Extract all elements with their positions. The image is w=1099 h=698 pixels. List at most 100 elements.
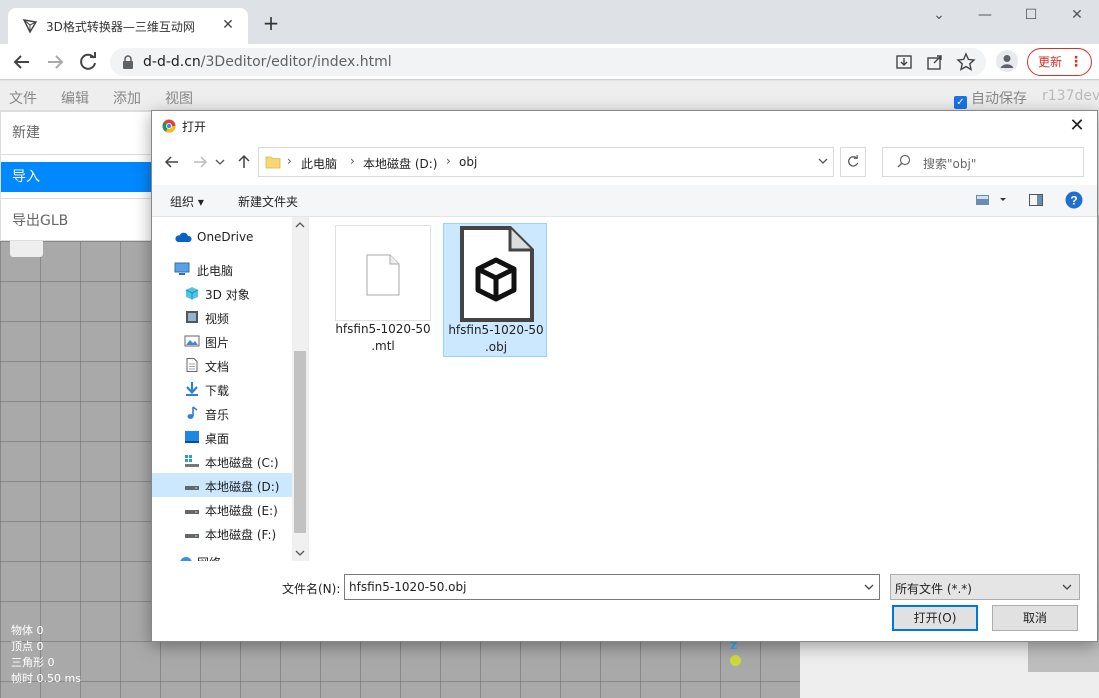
- filename-dropdown-icon[interactable]: [863, 580, 875, 594]
- computer-icon: [174, 262, 190, 275]
- nav-drive-d[interactable]: 本地磁盘 (D:): [152, 473, 292, 497]
- up-arrow-icon[interactable]: [234, 152, 254, 172]
- file-item-obj[interactable]: hfsfin5-1020-50 .obj: [443, 223, 547, 357]
- new-tab-button[interactable]: +: [260, 13, 282, 35]
- drive-icon: [185, 534, 199, 538]
- nav-drive-c[interactable]: 本地磁盘 (C:): [152, 449, 292, 473]
- nav-desktop[interactable]: 桌面: [152, 425, 292, 449]
- update-button[interactable]: 更新 ⋮: [1027, 48, 1092, 76]
- nav-onedrive[interactable]: OneDrive: [152, 225, 292, 249]
- nav-this-pc[interactable]: 此电脑: [152, 257, 292, 281]
- file-name: hfsfin5-1020-50 .mtl: [335, 322, 431, 353]
- autosave-toggle[interactable]: ✓ 自动保存: [954, 88, 1027, 109]
- help-icon[interactable]: ?: [1065, 191, 1083, 209]
- maximize-button[interactable]: ☐: [1011, 4, 1051, 28]
- viewport-toolbar-stub[interactable]: [10, 241, 43, 257]
- nav-documents[interactable]: 文档: [152, 353, 292, 377]
- window-close-button[interactable]: ✕: [1057, 4, 1097, 28]
- scroll-down-icon[interactable]: [295, 549, 305, 557]
- filetype-dropdown-icon[interactable]: [1061, 580, 1073, 594]
- back-arrow-icon[interactable]: [10, 50, 34, 74]
- stat-triangles: 三角形 0: [11, 656, 55, 669]
- filename-input[interactable]: hfsfin5-1020-50.obj: [344, 574, 880, 600]
- view-options-icon[interactable]: [974, 192, 1008, 208]
- nav-label: 图片: [205, 336, 230, 350]
- nav-drive-e[interactable]: 本地磁盘 (E:): [152, 497, 292, 521]
- autosave-label: 自动保存: [971, 91, 1027, 107]
- nav-pictures[interactable]: 图片: [152, 329, 292, 353]
- share-icon[interactable]: [925, 52, 945, 72]
- cancel-button[interactable]: 取消: [992, 605, 1078, 631]
- back-arrow-icon[interactable]: [162, 152, 182, 172]
- stat-objects: 物体 0: [11, 624, 44, 637]
- dialog-address-bar[interactable]: › 此电脑 › 本地磁盘 (D:) › obj: [258, 147, 834, 177]
- profile-icon[interactable]: [996, 50, 1018, 72]
- reload-icon[interactable]: [76, 50, 100, 74]
- file-list: hfsfin5-1020-50 .mtl hfsfin5-1020-50 .obj: [308, 217, 1028, 561]
- windows-drive-icon: [185, 455, 199, 467]
- address-bar[interactable]: d-d-d.cn/3Deditor/editor/index.html: [110, 48, 986, 76]
- browser-tab[interactable]: 3D格式转换器—三维互动网 ✕: [8, 8, 248, 44]
- filename-label: 文件名(N):: [282, 582, 341, 596]
- search-input[interactable]: 搜索"obj": [882, 147, 1084, 177]
- menu-add[interactable]: 添加: [113, 88, 141, 108]
- recent-locations-chevron-icon[interactable]: [214, 152, 226, 172]
- file-menu-new[interactable]: 新建: [1, 118, 153, 148]
- more-menu-icon[interactable]: ⋮: [1069, 49, 1083, 75]
- search-icon: [897, 154, 911, 168]
- filetype-select[interactable]: 所有文件 (*.*): [890, 574, 1080, 600]
- picture-icon: [184, 335, 200, 347]
- nav-network[interactable]: 网络: [152, 551, 292, 561]
- refresh-icon[interactable]: [840, 147, 866, 177]
- nav-scrollbar[interactable]: [292, 217, 308, 561]
- tab-title: 3D格式转换器—三维互动网: [46, 20, 195, 34]
- 3d-object-file-icon: [460, 226, 534, 322]
- breadcrumb-this-pc[interactable]: 此电脑: [301, 155, 337, 172]
- search-placeholder: 搜索"obj": [923, 157, 977, 171]
- lock-icon[interactable]: [120, 54, 136, 70]
- tab-search-icon[interactable]: ⌄: [919, 4, 959, 28]
- nav-scroll-thumb[interactable]: [294, 351, 306, 533]
- breadcrumb-separator-icon: ›: [446, 154, 451, 168]
- file-item-mtl[interactable]: hfsfin5-1020-50 .mtl: [331, 223, 435, 357]
- file-name: hfsfin5-1020-50 .obj: [448, 323, 544, 354]
- forward-arrow-icon[interactable]: [43, 50, 67, 74]
- scroll-up-icon[interactable]: [295, 221, 305, 229]
- preview-pane-icon[interactable]: [1028, 192, 1044, 208]
- menu-file[interactable]: 文件: [9, 88, 37, 108]
- desktop-icon: [185, 431, 199, 443]
- nav-drive-f[interactable]: 本地磁盘 (F:): [152, 521, 292, 545]
- breadcrumb-separator-icon: ›: [287, 154, 292, 168]
- nav-downloads[interactable]: 下载: [152, 377, 292, 401]
- music-icon: [187, 406, 198, 419]
- organize-button[interactable]: 组织 ▾: [170, 193, 204, 210]
- nav-3d-objects[interactable]: 3D 对象: [152, 281, 292, 305]
- menu-view[interactable]: 视图: [165, 88, 193, 108]
- address-dropdown-icon[interactable]: [817, 154, 829, 168]
- nav-label: 此电脑: [197, 264, 234, 278]
- axis-gizmo-dot[interactable]: [730, 655, 741, 666]
- autosave-checkbox[interactable]: ✓: [954, 96, 967, 109]
- nav-label: 音乐: [205, 408, 230, 422]
- file-menu-export-glb[interactable]: 导出GLB: [1, 206, 153, 236]
- star-icon[interactable]: [956, 52, 976, 72]
- breadcrumb-obj[interactable]: obj: [459, 155, 477, 169]
- chrome-icon: [162, 119, 176, 133]
- install-app-icon[interactable]: [894, 52, 914, 72]
- nav-music[interactable]: 音乐: [152, 401, 292, 425]
- menu-edit[interactable]: 编辑: [61, 88, 89, 108]
- file-menu-import[interactable]: 导入: [1, 162, 153, 192]
- breadcrumb-drive-d[interactable]: 本地磁盘 (D:): [363, 155, 437, 172]
- video-icon: [186, 311, 198, 323]
- tab-close-icon[interactable]: ✕: [218, 15, 238, 35]
- minimize-button[interactable]: —: [965, 4, 1005, 28]
- nav-label: 本地磁盘 (E:): [205, 504, 278, 518]
- forward-arrow-icon[interactable]: [190, 152, 210, 172]
- blank-file-icon: [366, 254, 400, 296]
- open-button[interactable]: 打开(O): [892, 605, 978, 631]
- new-folder-button[interactable]: 新建文件夹: [238, 193, 298, 210]
- nav-videos[interactable]: 视频: [152, 305, 292, 329]
- dialog-close-button[interactable]: ✕: [1065, 115, 1089, 137]
- version-label: r137dev: [1042, 88, 1099, 104]
- file-thumbnail: [335, 225, 431, 321]
